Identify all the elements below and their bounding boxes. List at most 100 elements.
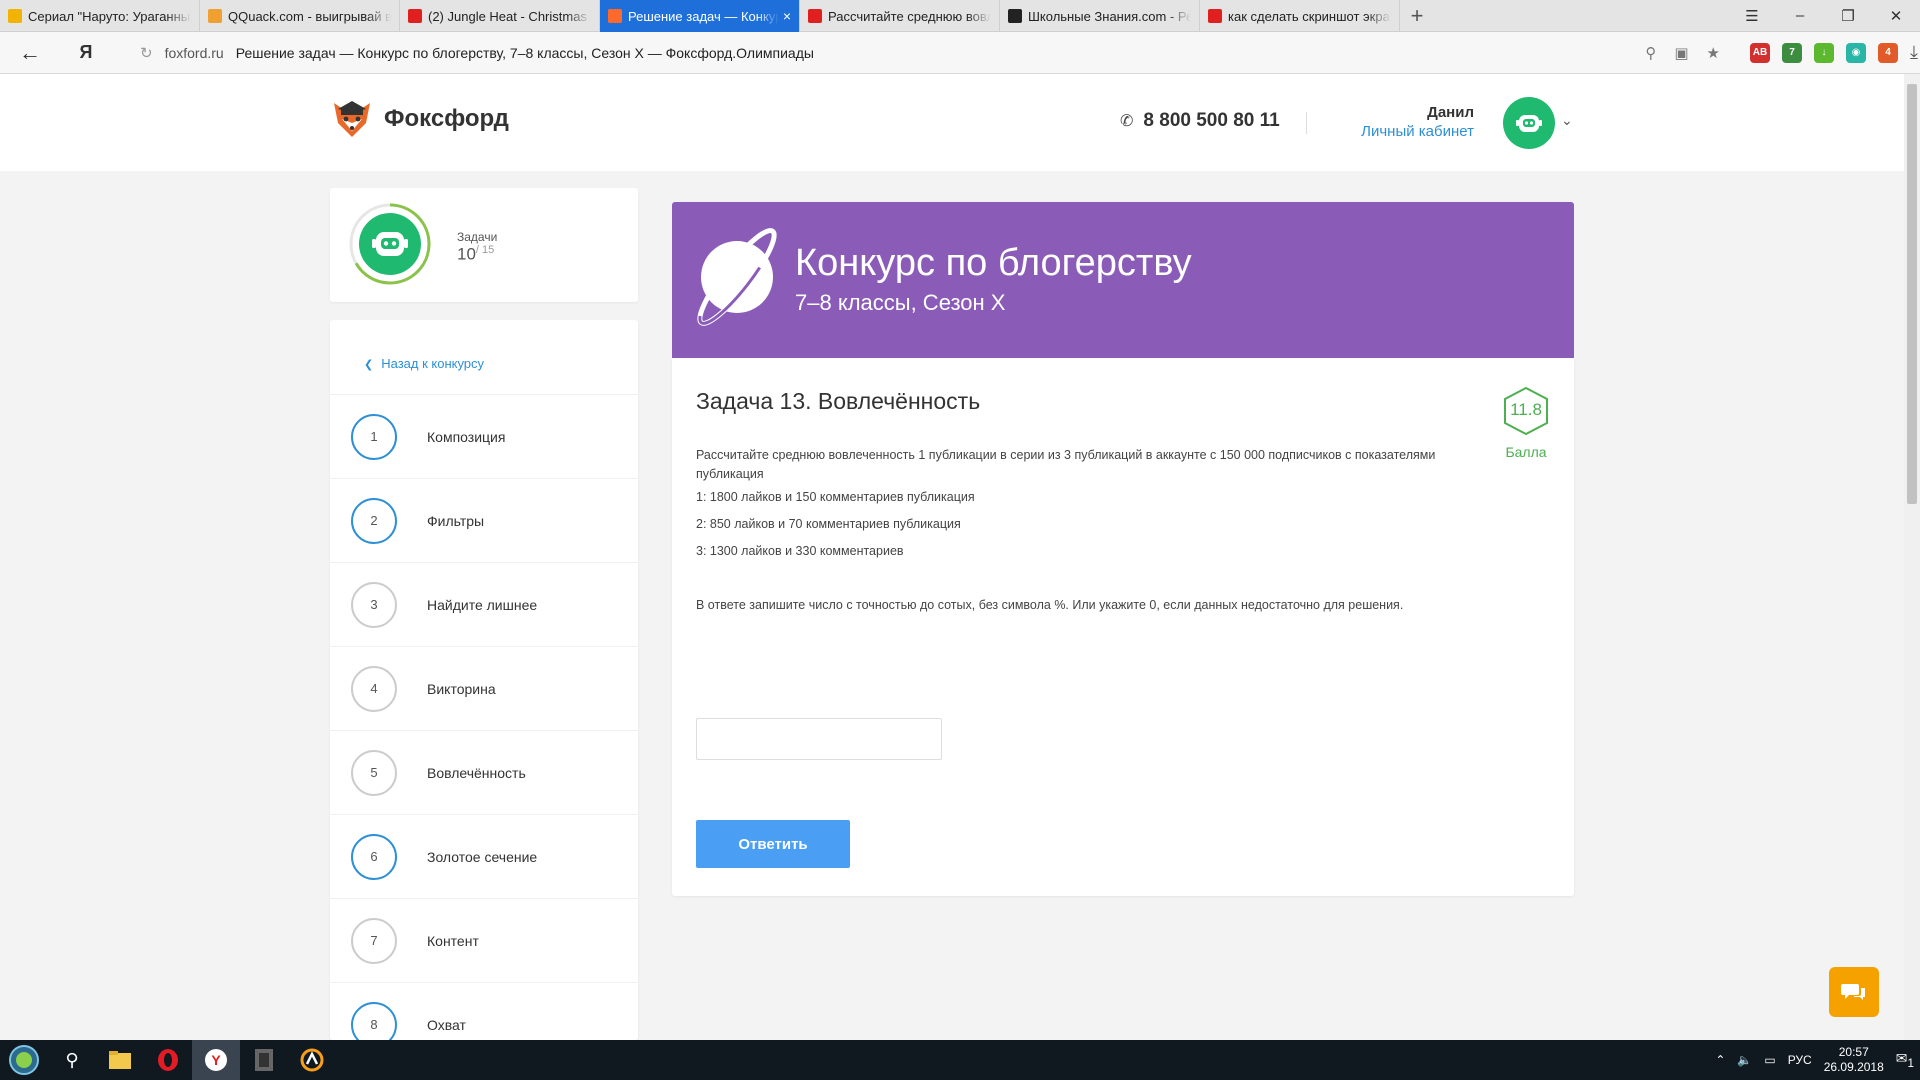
protect-icon[interactable]: ▣ <box>1674 44 1688 62</box>
clock[interactable]: 20:57 26.09.2018 <box>1824 1045 1884 1075</box>
volume-icon[interactable]: 🔈 <box>1737 1053 1752 1067</box>
game-app-icon[interactable] <box>240 1040 288 1080</box>
sidebar-task-item[interactable]: 6 Золотое сечение <box>330 814 638 898</box>
overwatch-icon[interactable] <box>288 1040 336 1080</box>
tab-label: как сделать скриншот экра <box>1228 8 1390 24</box>
network-icon[interactable]: ▭ <box>1764 1053 1775 1067</box>
task-number-circle: 5 <box>351 749 397 796</box>
tab-label: (2) Jungle Heat - Christmas 2 <box>428 8 591 24</box>
tab-favicon-icon <box>8 9 22 23</box>
phone-text: 8 800 500 80 11 <box>1143 110 1280 131</box>
bookmark-star-icon[interactable]: ★ <box>1707 44 1720 62</box>
robot-avatar-icon <box>1516 115 1542 132</box>
browser-tab[interactable]: QQuack.com - выигрывай в <box>200 0 400 32</box>
close-tab-icon[interactable]: × <box>783 8 791 24</box>
sidebar-task-item[interactable]: 3 Найдите лишнее <box>330 562 638 646</box>
browser-tab[interactable]: Рассчитайте среднюю вовл <box>800 0 1000 32</box>
phone-number[interactable]: ✆ 8 800 500 80 11 <box>1120 110 1280 132</box>
new-tab-button[interactable]: + <box>1400 0 1434 31</box>
search-icon[interactable]: ⚲ <box>48 1040 96 1080</box>
address-bar: ← Я ↻ foxford.ru Решение задач — Конкурс… <box>0 32 1920 74</box>
avatar[interactable] <box>1503 97 1555 149</box>
task-title: Задача 13. Вовлечённость <box>696 388 981 414</box>
task-number-circle: 6 <box>351 833 397 880</box>
progress-total: / 15 <box>475 244 495 256</box>
sidebar-task-item[interactable]: 1 Композиция <box>330 394 638 478</box>
task-label: Вовлечённость <box>427 764 526 781</box>
clock-time: 20:57 <box>1838 1045 1869 1059</box>
logo-text: Фоксфорд <box>384 105 509 132</box>
mail-extension-icon[interactable]: 4 <box>1878 42 1898 63</box>
sidebar-task-item[interactable]: 5 Вовлечённость <box>330 730 638 814</box>
yandex-logo-icon[interactable]: Я <box>66 42 106 63</box>
progress-label: Задачи <box>457 230 498 244</box>
back-to-contest-link[interactable]: ❮ Назад к конкурсу <box>364 356 484 371</box>
sidebar-task-item[interactable]: 4 Викторина <box>330 646 638 730</box>
task-data-line: 3: 1300 лайков и 330 комментариев <box>696 544 904 558</box>
scrollbar-thumb[interactable] <box>1907 84 1917 504</box>
file-explorer-icon[interactable] <box>96 1040 144 1080</box>
task-description: Рассчитайте среднюю вовлеченность 1 публ… <box>696 448 1436 481</box>
downloads-icon[interactable]: ⤓ <box>1910 42 1918 63</box>
minimize-button[interactable]: – <box>1776 7 1824 24</box>
restore-button[interactable]: ❐ <box>1824 7 1872 25</box>
sidebar-task-item[interactable]: 8 Охват <box>330 982 638 1040</box>
user-name: Данил <box>1427 104 1474 121</box>
task-number-circle: 7 <box>351 917 397 964</box>
progress-done: 10 <box>457 244 476 264</box>
tab-favicon-icon <box>208 9 222 23</box>
browser-menu-button[interactable]: ☰ <box>1728 7 1776 25</box>
adblock-extension-icon[interactable]: AB <box>1750 42 1770 63</box>
download-extension-icon[interactable]: ↓ <box>1814 42 1834 63</box>
tab-label: Рассчитайте среднюю вовл <box>828 8 991 24</box>
back-arrow-icon[interactable]: ← <box>10 40 50 66</box>
chat-bubble-icon <box>1841 984 1865 1000</box>
extensions-bar: AB 7 ↓ ◉ 4 ⤓ <box>1750 42 1918 63</box>
sidebar-task-item[interactable]: 2 Фильтры <box>330 478 638 562</box>
submit-answer-button[interactable]: Ответить <box>696 820 850 868</box>
tab-favicon-icon <box>1208 9 1222 23</box>
chat-button[interactable] <box>1829 967 1879 1017</box>
window-controls: ☰ – ❐ ✕ <box>1728 0 1920 31</box>
foxford-logo[interactable]: Фоксфорд <box>330 97 509 141</box>
notifications-icon[interactable]: ✉1 <box>1896 1050 1914 1070</box>
user-block[interactable]: Данил Личный кабинет <box>1361 104 1474 140</box>
pin-icon[interactable]: ⚲ <box>1645 44 1656 62</box>
yandex-browser-icon[interactable]: Y <box>192 1040 240 1080</box>
answer-input[interactable] <box>696 718 942 760</box>
shield-extension-icon[interactable]: 7 <box>1782 42 1802 63</box>
sidebar-task-item[interactable]: 7 Контент <box>330 898 638 982</box>
tab-favicon-icon <box>808 9 822 23</box>
task-label: Контент <box>427 932 479 949</box>
browser-tab[interactable]: Решение задач — Конкурс × <box>600 0 800 32</box>
windows-taskbar: ⚲ Y ⌃ 🔈 ▭ РУС 20:57 26.09.2018 ✉1 <box>0 1040 1920 1080</box>
language-indicator[interactable]: РУС <box>1788 1053 1812 1067</box>
start-button[interactable] <box>0 1040 48 1080</box>
close-window-button[interactable]: ✕ <box>1872 7 1920 25</box>
tab-label: Школьные Знания.com - Ре <box>1028 8 1191 24</box>
system-tray: ⌃ 🔈 ▭ РУС 20:57 26.09.2018 ✉1 <box>1715 1045 1920 1075</box>
green-extension-icon[interactable]: ◉ <box>1846 42 1866 63</box>
planet-icon <box>697 228 777 326</box>
url-domain: foxford.ru <box>164 44 224 61</box>
browser-tab[interactable]: Школьные Знания.com - Ре <box>1000 0 1200 32</box>
back-link-label: Назад к конкурсу <box>381 356 485 371</box>
reload-icon[interactable]: ↻ <box>140 44 153 62</box>
contest-banner: Конкурс по блогерству 7–8 классы, Сезон … <box>672 202 1574 358</box>
site-header: Фоксфорд ✆ 8 800 500 80 11 Данил Личный … <box>0 74 1904 171</box>
task-number-circle: 1 <box>351 413 397 460</box>
tasks-sidebar: ❮ Назад к конкурсу 1 Композиция 2 Фильтры 3 На… <box>330 320 638 1040</box>
task-score-label: Балла <box>1505 444 1547 460</box>
chevron-down-icon[interactable]: ⌄ <box>1561 112 1573 129</box>
notifications-count: 1 <box>1907 1056 1914 1070</box>
clock-date: 26.09.2018 <box>1823 1060 1884 1074</box>
personal-cabinet-link[interactable]: Личный кабинет <box>1361 123 1474 140</box>
page-scrollbar[interactable] <box>1904 74 1920 1040</box>
browser-tab[interactable]: Сериал "Наруто: Ураганные <box>0 0 200 32</box>
opera-icon[interactable] <box>144 1040 192 1080</box>
tray-expand-icon[interactable]: ⌃ <box>1715 1053 1725 1067</box>
browser-tab[interactable]: как сделать скриншот экра <box>1200 0 1400 32</box>
browser-tab[interactable]: (2) Jungle Heat - Christmas 2 <box>400 0 600 32</box>
url-field[interactable]: ↻ foxford.ru Решение задач — Конкурс по … <box>140 39 1720 67</box>
task-number-circle: 3 <box>351 581 397 628</box>
